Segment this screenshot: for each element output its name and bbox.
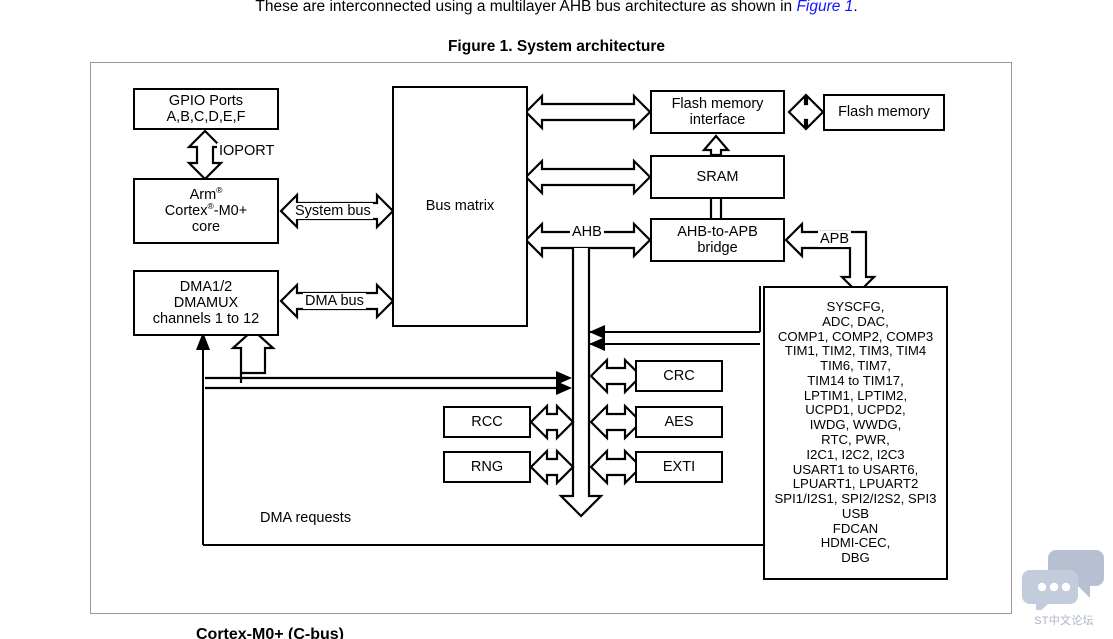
- intro-text-after: .: [853, 0, 858, 15]
- block-ahb-to-apb-bridge[interactable]: AHB-to-APB bridge: [650, 218, 785, 262]
- label-apb: APB: [818, 231, 852, 247]
- intro-text-before: These are interconnected using a multila…: [255, 0, 797, 15]
- block-bus-matrix[interactable]: Bus matrix: [392, 86, 528, 327]
- label-ioport: IOPORT: [217, 143, 277, 159]
- figure-caption: Figure 1. System architecture: [447, 38, 666, 55]
- block-flash-memory-label: Flash memory: [838, 104, 930, 121]
- block-exti-label: EXTI: [662, 458, 696, 475]
- block-cortex-core[interactable]: Arm® Cortex®-M0+ core: [133, 178, 279, 244]
- block-rcc-label: RCC: [471, 413, 503, 430]
- bottom-clipped-heading: Cortex-M0+ (C-bus): [196, 626, 345, 639]
- label-dma-requests: DMA requests: [258, 510, 354, 526]
- block-flash-memory[interactable]: Flash memory: [823, 94, 945, 131]
- block-sram-label: SRAM: [696, 168, 739, 185]
- block-gpio-ports[interactable]: GPIO Ports A,B,C,D,E,F: [133, 88, 279, 130]
- block-rng[interactable]: RNG: [443, 451, 531, 483]
- block-flash-memory-interface[interactable]: Flash memory interface: [650, 90, 785, 134]
- label-ahb: AHB: [570, 224, 604, 240]
- block-gpio-ports-label: GPIO Ports A,B,C,D,E,F: [166, 92, 246, 125]
- block-peripherals[interactable]: SYSCFG, ADC, DAC, COMP1, COMP2, COMP3 TI…: [763, 286, 948, 580]
- core-line-3: core: [191, 219, 221, 236]
- block-flash-memory-interface-label: Flash memory interface: [671, 95, 764, 128]
- watermark-text: ST中文论坛: [1034, 615, 1094, 627]
- block-rng-label: RNG: [470, 458, 504, 475]
- label-system-bus: System bus: [293, 203, 373, 219]
- block-dma-label: DMA1/2 DMAMUX channels 1 to 12: [152, 278, 260, 328]
- figure-1-link[interactable]: Figure 1: [796, 0, 853, 15]
- block-ahb-to-apb-bridge-label: AHB-to-APB bridge: [677, 223, 758, 256]
- block-aes-label: AES: [664, 413, 694, 430]
- core-line-1: Arm®: [189, 184, 223, 203]
- watermark: ST中文论坛: [1020, 548, 1108, 632]
- block-crc[interactable]: CRC: [635, 360, 723, 392]
- block-rcc[interactable]: RCC: [443, 406, 531, 438]
- block-sram[interactable]: SRAM: [650, 155, 785, 199]
- intro-sentence: These are interconnected using a multila…: [0, 0, 1113, 16]
- core-line-2: Cortex®-M0+: [164, 201, 248, 219]
- block-crc-label: CRC: [663, 367, 695, 384]
- block-peripherals-label: SYSCFG, ADC, DAC, COMP1, COMP2, COMP3 TI…: [774, 298, 937, 566]
- block-dma[interactable]: DMA1/2 DMAMUX channels 1 to 12: [133, 270, 279, 336]
- speech-bubbles-icon: [1022, 550, 1104, 615]
- block-aes[interactable]: AES: [635, 406, 723, 438]
- block-exti[interactable]: EXTI: [635, 451, 723, 483]
- block-bus-matrix-label: Bus matrix: [425, 198, 495, 215]
- label-dma-bus: DMA bus: [303, 293, 366, 309]
